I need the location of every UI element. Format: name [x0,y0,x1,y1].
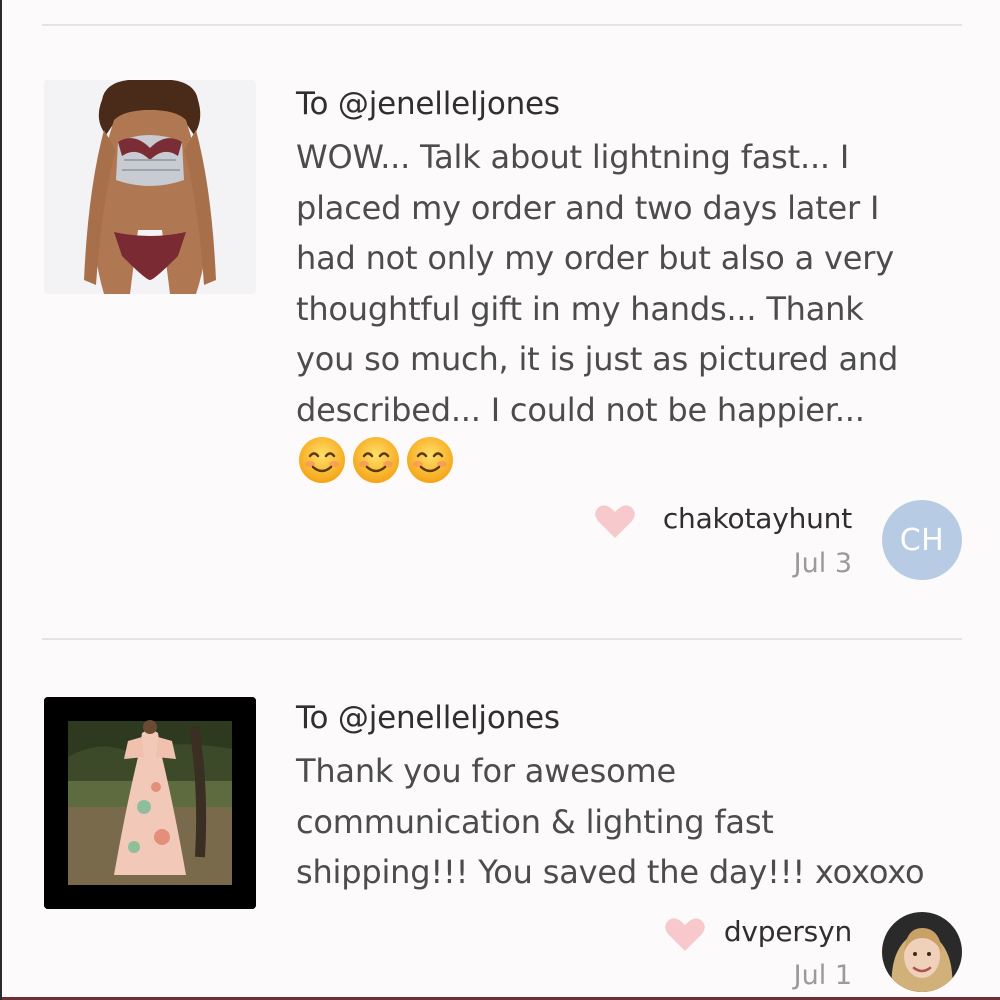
review-message: WOW... Talk about lightning fast... I pl… [296,132,966,435]
review-message-line: Thank you for awesome [296,752,676,790]
review-recipient: To @jenelleljones [296,86,560,122]
review-message-line: described... I could not be happier... [296,390,865,429]
smiling-face-emoji [407,437,453,483]
review-message-line: shipping!!! You saved the day!!! xoxoxo [296,853,925,891]
review-message-line: WOW... Talk about lightning fast... I [296,138,850,176]
reviewer-avatar[interactable]: CH [882,500,962,580]
reviewer-username[interactable]: dvpersyn [724,915,852,948]
review-message-line: communication & lighting fast [296,802,774,841]
reviews-feed: To @jenelleljones WOW... Talk about ligh… [0,0,1000,1000]
review-message-line: thoughtful gift in my hands... Thank [296,289,864,328]
review-divider [42,638,962,640]
product-thumbnail-bikini[interactable] [44,80,256,294]
review-message: Thank you for awesome communication & li… [296,746,966,898]
review-recipient: To @jenelleljones [296,700,560,736]
review-date: Jul 3 [793,548,852,579]
top-divider [42,24,962,26]
heart-icon[interactable] [664,917,706,953]
product-thumbnail-dress[interactable] [44,697,256,909]
smiling-face-emoji [353,437,399,483]
review-message-line: placed my order and two days later I [296,188,880,227]
review-date: Jul 1 [793,960,852,991]
review-message-line: had not only my order but also a very [296,239,894,277]
smiling-face-emoji [299,437,345,483]
review-message-line: you so much, it is just as pictured and [296,340,899,378]
user-photo-avatar[interactable] [882,912,962,992]
reviewer-username[interactable]: chakotayhunt [663,502,852,535]
emoji-row [298,436,454,484]
heart-icon[interactable] [594,504,636,540]
